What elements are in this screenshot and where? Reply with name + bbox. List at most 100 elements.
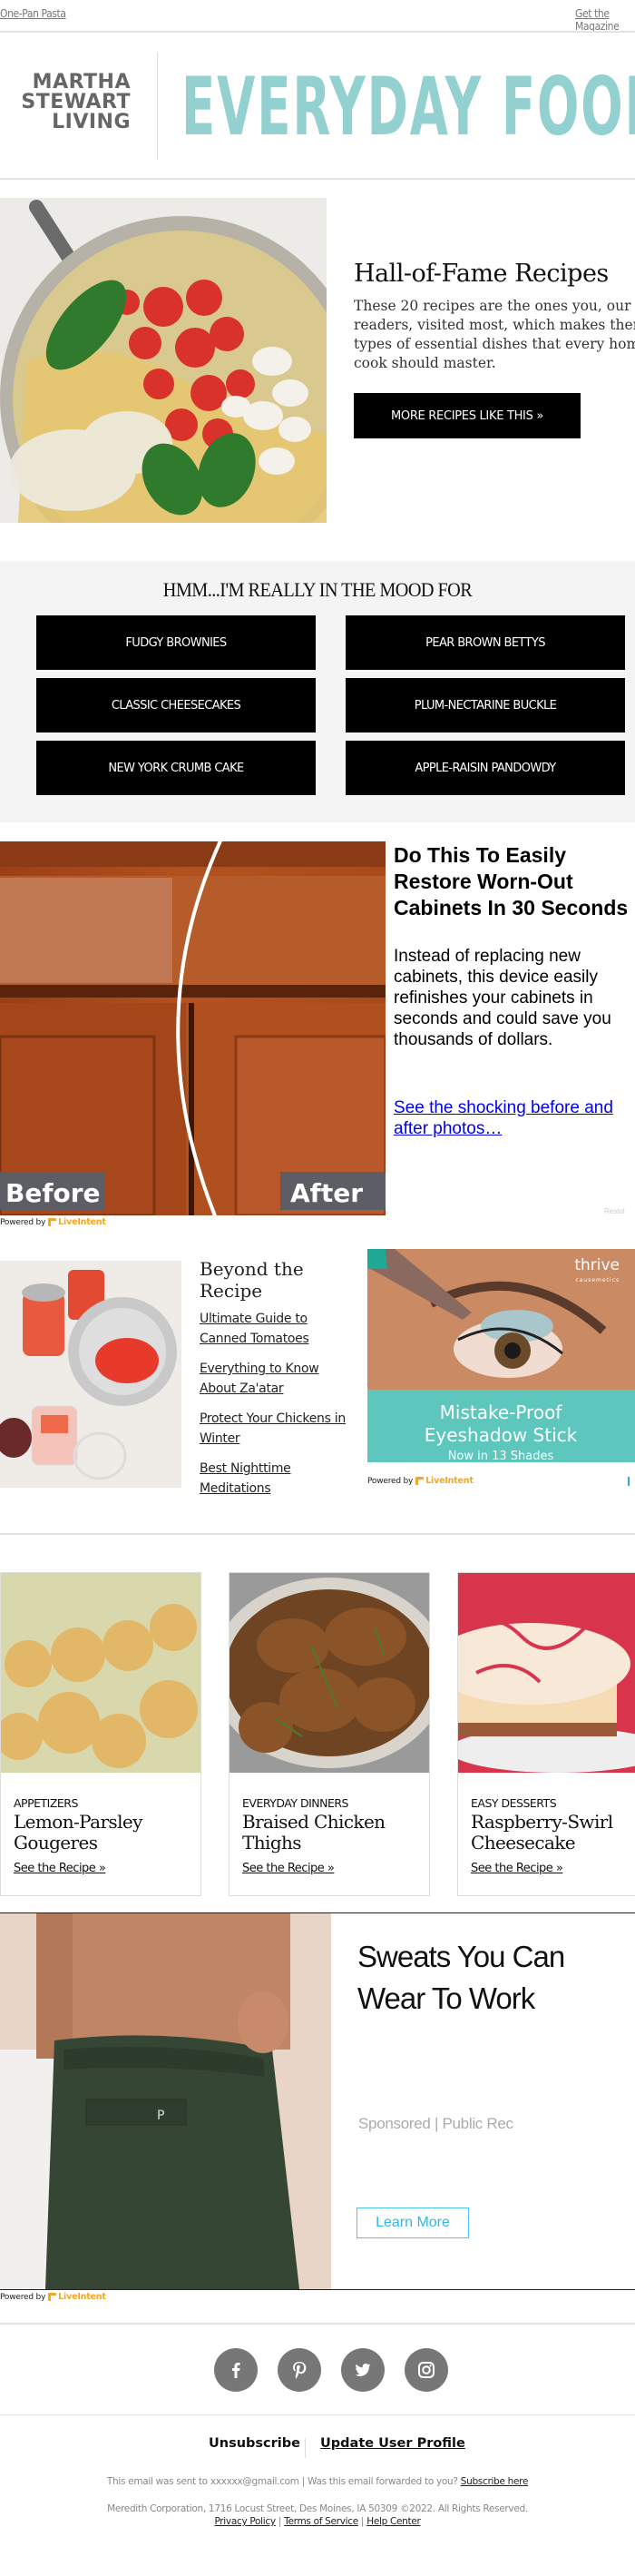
thrive-headline-2: Eyeshadow Stick — [425, 1424, 578, 1446]
help-center-link[interactable]: Help Center — [366, 2516, 421, 2527]
more-recipes-button[interactable]: MORE RECIPES LIKE THIS » — [354, 393, 581, 438]
pinterest-icon — [293, 2362, 307, 2379]
powered-by-liveintent[interactable]: Powered by LiveIntent — [367, 1476, 474, 1486]
cabinet-ad-title-line: Do This To Easily — [394, 843, 566, 867]
facebook-button[interactable] — [214, 2348, 258, 2392]
public-rec-ad-image[interactable]: P — [0, 1913, 331, 2289]
beyond-link-zaatar[interactable]: Everything to Know About Za'atar — [200, 1359, 354, 1399]
header-divider — [0, 178, 635, 180]
terms-of-service-link[interactable]: Terms of Service — [284, 2516, 358, 2527]
thrive-causemetics-ad[interactable]: thrive causemetics Mistake-Proof Eyeshad… — [367, 1249, 635, 1478]
logo-line: STEWART — [21, 91, 131, 113]
recipe-card[interactable]: EASY DESSERTS Raspberry-Swirl Cheesecake… — [457, 1572, 635, 1896]
twitter-icon — [355, 2363, 371, 2376]
thrive-brand-sub: causemetics — [575, 1277, 620, 1283]
recipe-card-image[interactable] — [230, 1573, 429, 1773]
privacy-policy-link[interactable]: Privacy Policy — [214, 2516, 276, 2527]
see-recipe-link[interactable]: See the Recipe » — [471, 1862, 563, 1875]
legal-separator: | — [360, 2516, 365, 2527]
recipe-card-category: EVERYDAY DINNERS — [242, 1796, 349, 1810]
martha-stewart-living-logo[interactable]: MARTHA STEWART LIVING — [20, 73, 131, 133]
powered-by-liveintent[interactable]: Powered by LiveIntent — [0, 2292, 106, 2302]
legal-links: Privacy Policy | Terms of Service | Help… — [0, 2516, 635, 2527]
liveintent-logo: LiveIntent — [48, 1217, 106, 1227]
instagram-button[interactable] — [405, 2348, 448, 2392]
instagram-icon — [418, 2362, 435, 2378]
recipe-card-image[interactable] — [458, 1573, 635, 1773]
mood-button-classic-cheesecakes[interactable]: CLASSIC CHEESECAKES — [36, 678, 316, 732]
everyday-food-logo[interactable]: EVERYDAY FOOD — [181, 62, 635, 152]
sent-to-text: This email was sent to xxxxxx@gmail.com … — [106, 2476, 458, 2487]
logo-divider — [157, 53, 158, 160]
after-label: After — [290, 1178, 363, 1208]
liveintent-brand: LiveIntent — [425, 1476, 474, 1486]
cabinet-illustration: Before After — [0, 841, 386, 1215]
pinterest-button[interactable] — [278, 2348, 321, 2392]
see-recipe-link[interactable]: See the Recipe » — [14, 1862, 106, 1875]
mood-button-apple-raisin-pandowdy[interactable]: APPLE-RAISIN PANDOWDY — [346, 741, 625, 795]
top-link-get-magazine[interactable]: Get the Magazine — [575, 7, 635, 33]
beyond-link-chickens-winter[interactable]: Protect Your Chickens in Winter — [200, 1409, 354, 1449]
recipe-card-category: EASY DESSERTS — [471, 1796, 557, 1810]
see-recipe-link[interactable]: See the Recipe » — [242, 1862, 335, 1875]
mood-button-plum-nectarine-buckle[interactable]: PLUM-NECTARINE BUCKLE — [346, 678, 625, 732]
powered-by-liveintent[interactable]: Powered by LiveIntent — [0, 1217, 106, 1227]
recipe-card-title[interactable]: Raspberry-Swirl Cheesecake — [471, 1812, 635, 1853]
top-link-one-pan-pasta[interactable]: One-Pan Pasta — [0, 7, 66, 20]
hero-description-line: cook should master. — [354, 355, 496, 371]
liveintent-logo: LiveIntent — [415, 1476, 474, 1486]
sponsor-label: Sponsored | Public Rec — [358, 2115, 513, 2132]
logo-line: LIVING — [52, 111, 131, 133]
unsubscribe-link[interactable]: Unsubscribe — [209, 2436, 300, 2451]
beyond-link-canned-tomatoes[interactable]: Ultimate Guide to Canned Tomatoes — [200, 1309, 354, 1349]
mood-button-fudgy-brownies[interactable]: FUDGY BROWNIES — [36, 615, 316, 670]
public-rec-ad-title[interactable]: Sweats You Can Wear To Work — [357, 1936, 630, 2020]
footer-separator — [305, 2438, 306, 2458]
twitter-button[interactable] — [341, 2348, 385, 2392]
mood-button-new-york-crumb-cake[interactable]: NEW YORK CRUMB CAKE — [36, 741, 316, 795]
gougeres-illustration — [1, 1573, 200, 1773]
braised-chicken-illustration — [230, 1573, 429, 1773]
recipe-card[interactable]: EVERYDAY DINNERS Braised Chicken Thighs … — [229, 1572, 430, 1896]
cabinet-before-after-image[interactable]: Before After — [0, 841, 386, 1215]
liveintent-icon — [415, 1477, 425, 1485]
before-label: Before — [5, 1178, 101, 1208]
adchoices-icon[interactable] — [628, 1477, 635, 1486]
hero-description: These 20 recipes are the ones you, our r… — [354, 297, 635, 373]
thrive-brand: thrive — [574, 1256, 620, 1274]
svg-text:P: P — [157, 2109, 164, 2123]
liveintent-icon — [48, 2293, 57, 2301]
beyond-recipe-title: Beyond the Recipe — [200, 1258, 304, 1302]
hero-title: Hall-of-Fame Recipes — [354, 260, 609, 288]
legal-separator: | — [278, 2516, 282, 2527]
recipe-card-category: APPETIZERS — [14, 1796, 78, 1810]
subscribe-here-link[interactable]: Subscribe here — [461, 2476, 529, 2487]
hero-image-one-pan-pasta[interactable] — [0, 198, 327, 523]
learn-more-button[interactable]: Learn More — [357, 2207, 469, 2238]
section-divider — [0, 1533, 635, 1535]
hero-description-line: These 20 recipes are the ones you, our — [354, 298, 631, 314]
recipe-card-title[interactable]: Braised Chicken Thighs — [242, 1812, 428, 1853]
powered-by-text: Powered by — [0, 2292, 46, 2302]
powered-by-text: Powered by — [367, 1476, 414, 1486]
raspberry-cheesecake-illustration — [458, 1573, 635, 1773]
logo-line: MARTHA — [32, 71, 131, 93]
address-line: Meredith Corporation, 1716 Locust Street… — [107, 2503, 528, 2514]
mood-button-pear-brown-bettys[interactable]: PEAR BROWN BETTYS — [346, 615, 625, 670]
cabinet-ad-link[interactable]: See the shocking before and after photos… — [394, 1097, 635, 1139]
beyond-link-nighttime-meditations[interactable]: Best Nighttime Meditations — [200, 1459, 354, 1499]
thrive-ad-illustration: thrive causemetics Mistake-Proof Eyeshad… — [367, 1249, 635, 1463]
cabinet-ad-title-line: Restore Worn-Out — [394, 870, 573, 893]
update-profile-link[interactable]: Update User Profile — [320, 2436, 465, 2451]
liveintent-icon — [48, 1218, 57, 1226]
pasta-pan-illustration — [0, 198, 327, 523]
powered-by-text: Powered by — [0, 1217, 46, 1227]
recipe-card-image[interactable] — [1, 1573, 200, 1773]
canned-tomatoes-image[interactable] — [0, 1261, 181, 1488]
sweatpants-illustration: P — [0, 1913, 331, 2289]
recipe-card-title[interactable]: Lemon-Parsley Gougeres — [14, 1812, 200, 1853]
canned-tomatoes-illustration — [0, 1261, 181, 1488]
recipe-card[interactable]: APPETIZERS Lemon-Parsley Gougeres See th… — [0, 1572, 201, 1896]
liveintent-logo: LiveIntent — [48, 2292, 106, 2302]
cabinet-ad-title[interactable]: Do This To Easily Restore Worn-Out Cabin… — [394, 842, 635, 921]
